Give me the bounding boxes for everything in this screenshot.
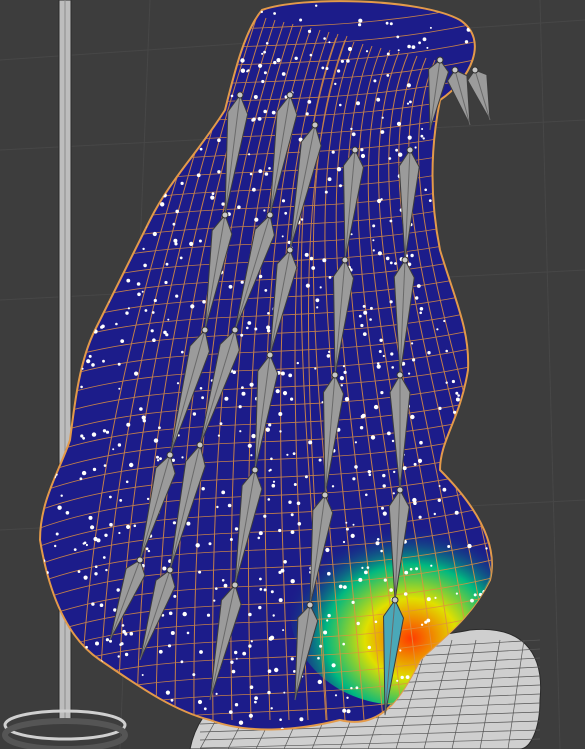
bone[interactable] [467,69,491,121]
bone[interactable] [447,69,471,126]
viewport-scene[interactable] [0,0,585,749]
3d-viewport[interactable] [0,0,585,749]
